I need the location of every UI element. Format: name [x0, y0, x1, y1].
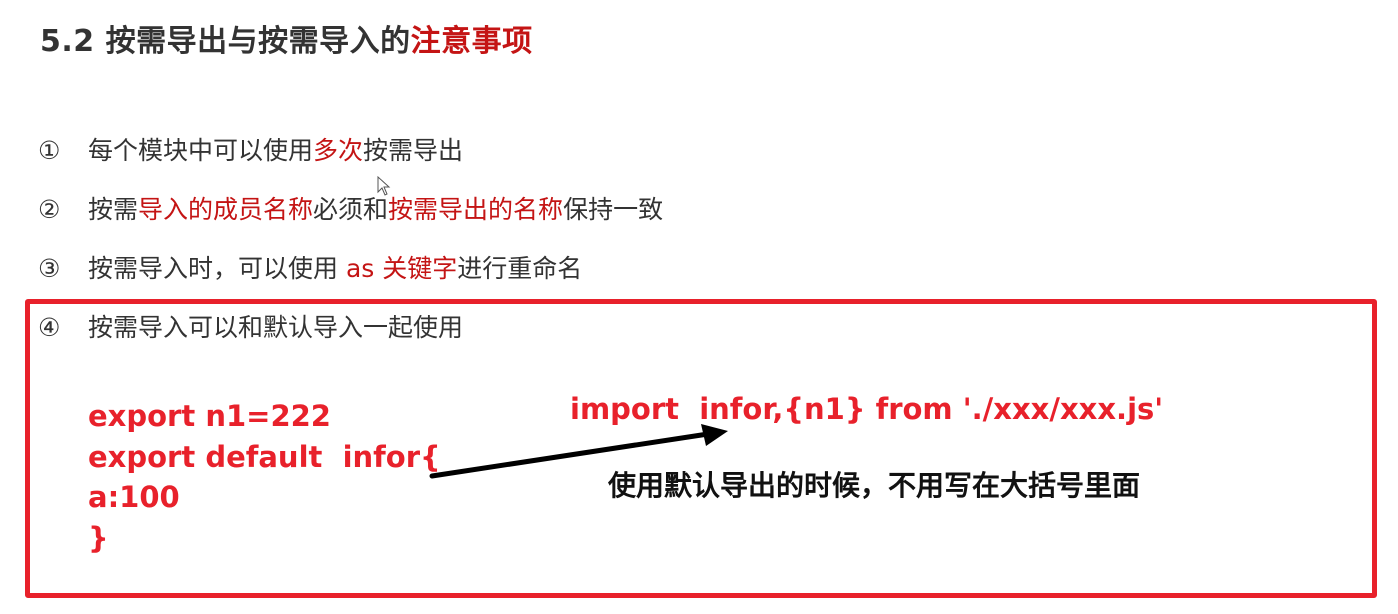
arrow-icon	[429, 424, 728, 479]
mouse-pointer-icon	[377, 176, 391, 196]
